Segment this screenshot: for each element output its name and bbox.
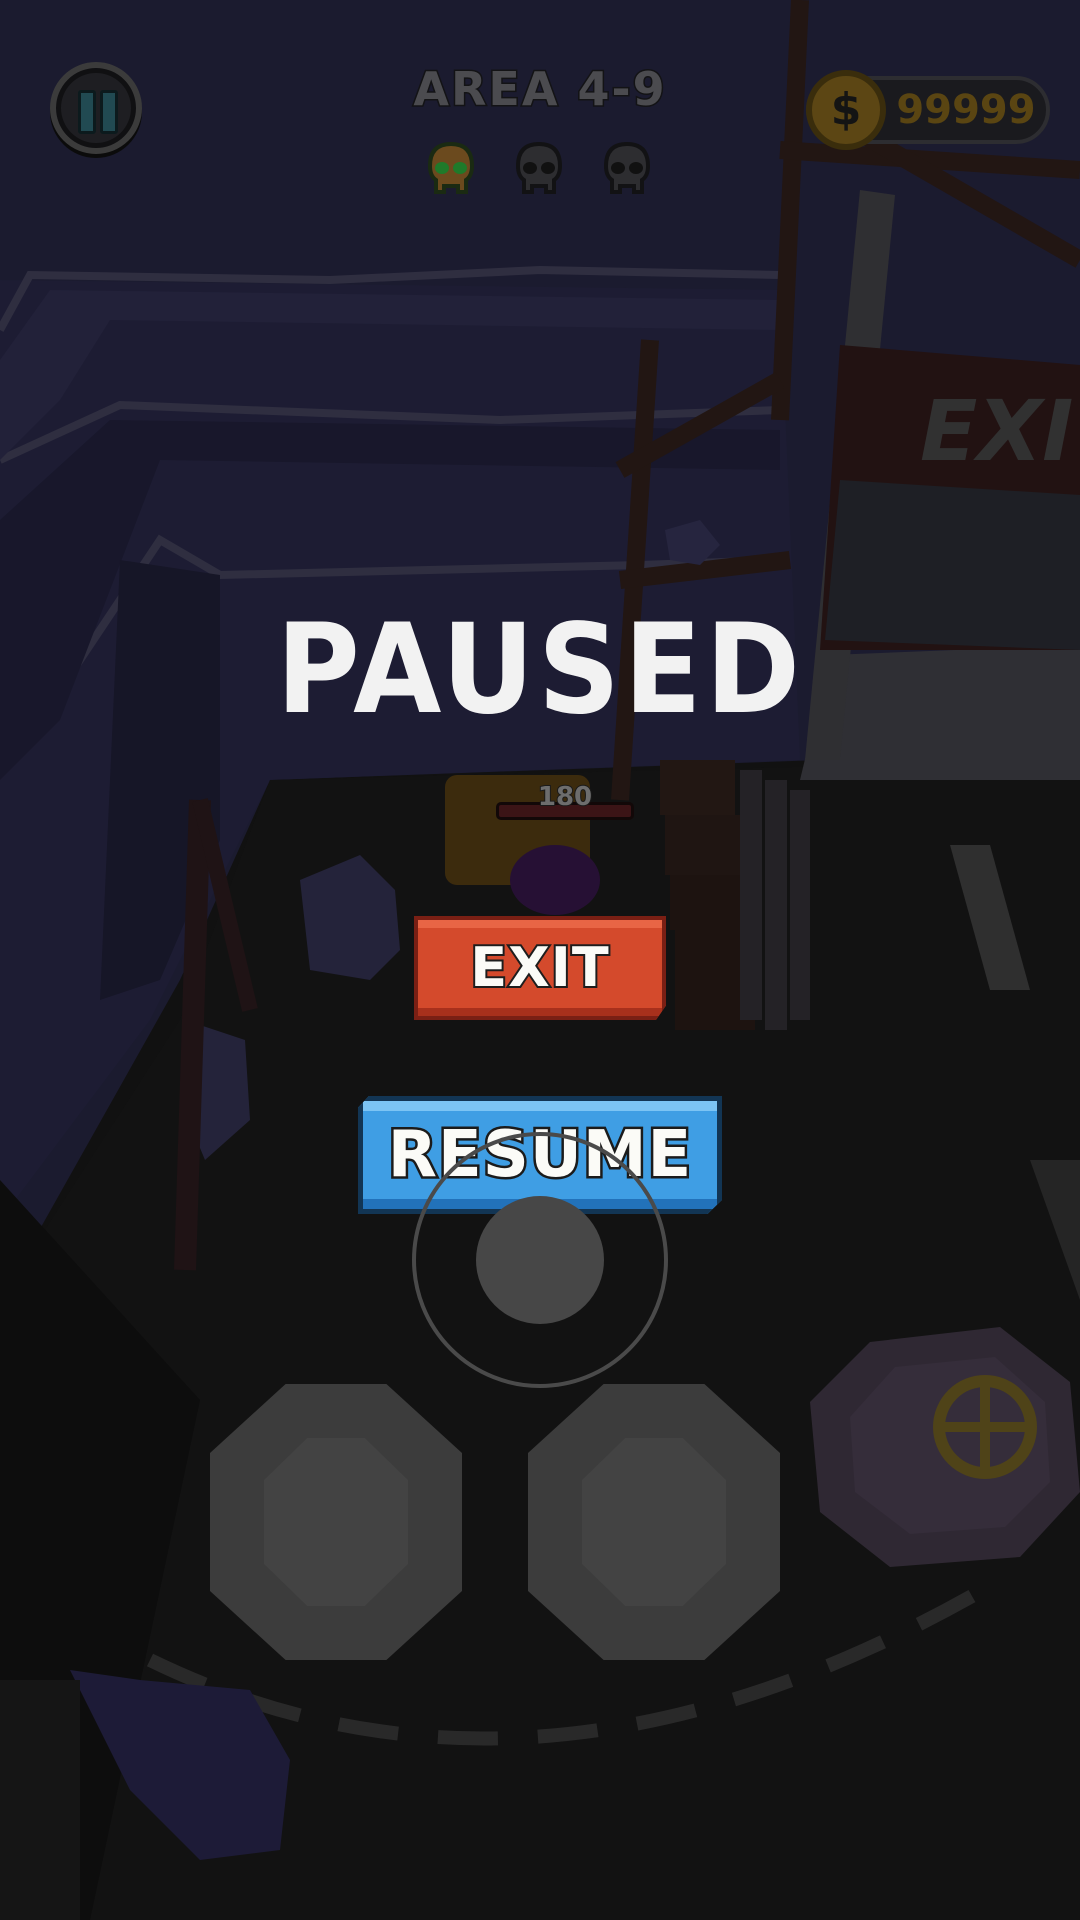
coin-icon: $ xyxy=(806,70,886,150)
pause-icon xyxy=(78,90,96,134)
joystick-knob[interactable] xyxy=(476,1196,604,1324)
player-health-value: 180 xyxy=(537,781,593,813)
coin-value: 99999 xyxy=(896,87,1036,133)
skull-rating xyxy=(420,140,660,204)
special-ability-button[interactable] xyxy=(800,1322,1080,1572)
pause-button[interactable] xyxy=(50,62,142,154)
crosshair-icon xyxy=(933,1375,1037,1479)
skull-icon xyxy=(603,141,651,194)
skull-icon xyxy=(515,141,563,194)
skull-icon xyxy=(427,141,475,194)
paused-title: PAUSED xyxy=(276,598,804,742)
exit-button-label[interactable]: EXIT xyxy=(414,916,666,1020)
jump-button[interactable] xyxy=(528,1384,780,1660)
attack-button[interactable] xyxy=(210,1384,462,1660)
area-title: AREA 4-9 xyxy=(412,61,667,118)
